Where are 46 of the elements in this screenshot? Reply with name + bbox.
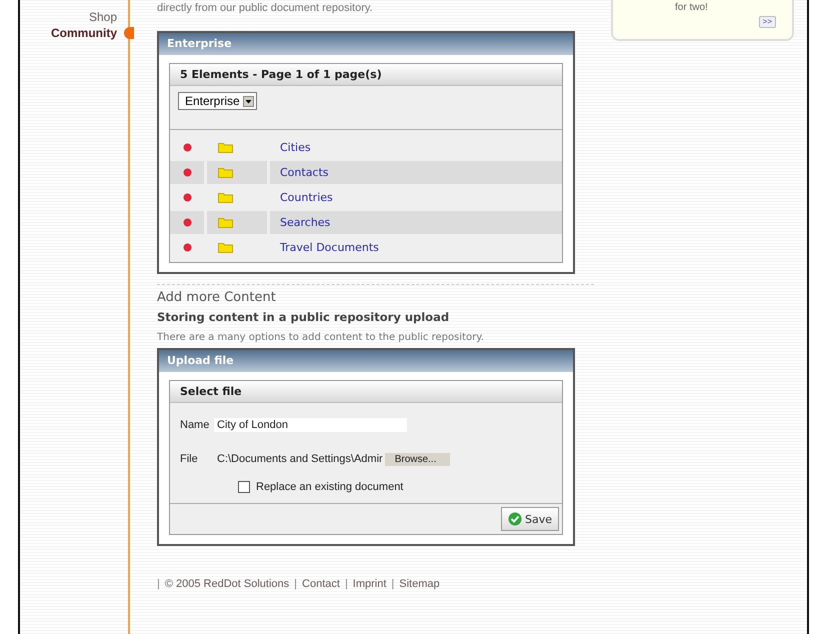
save-button[interactable]: Save <box>500 507 559 531</box>
more-button[interactable]: >> <box>758 16 776 28</box>
file-path-field[interactable]: C:\Documents and Settings\Admir <box>214 452 383 466</box>
folder-link[interactable]: Travel Documents <box>280 241 379 254</box>
status-dot-icon <box>182 168 192 177</box>
footer-separator: | <box>344 578 348 590</box>
footer-link[interactable]: Imprint <box>352 578 386 590</box>
section-heading: Add more Content <box>157 290 277 305</box>
folder-link[interactable]: Contacts <box>280 166 329 179</box>
footer-separator: | <box>294 578 298 590</box>
browse-button[interactable]: Browse... <box>384 452 450 466</box>
folder-icon <box>218 167 233 178</box>
list-header: 5 Elements - Page 1 of 1 page(s) <box>170 64 562 86</box>
panel-title: Upload file <box>159 350 573 372</box>
status-dot-icon <box>182 193 192 202</box>
caret-icon <box>242 96 254 106</box>
status-dot-icon <box>182 143 192 152</box>
checkbox-label: Replace an existing document <box>256 481 404 493</box>
section-subheading: Storing content in a public repository upload <box>157 310 450 324</box>
section-title: Select file <box>170 381 562 403</box>
footer-separator: | <box>157 578 160 590</box>
folder-link[interactable]: Countries <box>280 191 333 204</box>
promo-text: for two! <box>675 2 708 13</box>
footer-separator: | <box>391 578 394 590</box>
footer-link[interactable]: Sitemap <box>399 578 440 590</box>
folder-link[interactable]: Cities <box>280 141 311 154</box>
copyright-text: © 2005 RedDot Solutions <box>164 578 290 590</box>
status-dot-icon <box>182 243 192 252</box>
checkbox[interactable] <box>238 481 250 493</box>
folder-icon <box>218 242 233 253</box>
folder-icon <box>218 192 233 203</box>
check-icon <box>508 512 522 526</box>
nav-link[interactable]: Community <box>51 25 117 41</box>
panel-title: Enterprise <box>159 33 573 55</box>
field-label: Name <box>180 419 210 431</box>
filter-select[interactable]: Enterprise <box>178 92 257 110</box>
folder-link[interactable]: Searches <box>280 216 330 229</box>
folder-icon <box>218 142 233 153</box>
field-label: File <box>180 453 199 465</box>
nav-link[interactable]: Shop <box>88 9 117 25</box>
name-field[interactable]: City of London <box>214 418 407 432</box>
status-dot-icon <box>182 218 192 227</box>
intro-text: directly from our public document repository. <box>157 2 374 15</box>
folder-icon <box>218 217 233 228</box>
section-description: There are a many options to add content to the public repository. <box>157 332 485 343</box>
footer-link[interactable]: Contact <box>302 578 340 590</box>
